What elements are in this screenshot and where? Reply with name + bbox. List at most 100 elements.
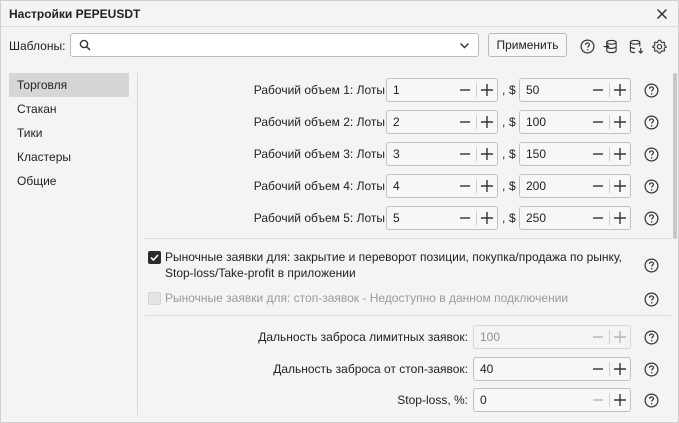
help-button[interactable] (643, 329, 659, 345)
plus-icon (481, 148, 493, 160)
increment-button[interactable] (609, 389, 631, 411)
close-button[interactable] (652, 4, 672, 24)
usd-stepper[interactable] (519, 110, 631, 134)
increment-button[interactable] (609, 79, 631, 101)
decrement-button[interactable] (587, 358, 609, 380)
help-button[interactable] (643, 178, 659, 194)
stop-range-stepper[interactable] (473, 357, 631, 381)
lots-input[interactable] (393, 178, 443, 194)
increment-button[interactable] (476, 143, 498, 165)
stop-loss-input[interactable] (480, 392, 530, 408)
sidebar-item-clusters[interactable]: Кластеры (9, 145, 129, 169)
decrement-button[interactable] (454, 175, 476, 197)
help-button[interactable] (643, 361, 659, 377)
lots-stepper[interactable] (386, 206, 498, 230)
settings-sidebar: Торговля Стакан Тики Кластеры Общие (9, 73, 129, 193)
lots-stepper[interactable] (386, 142, 498, 166)
limit-range-stepper[interactable] (473, 325, 631, 349)
decrement-button[interactable] (587, 143, 609, 165)
plus-icon (481, 84, 493, 96)
increment-button[interactable] (609, 326, 631, 348)
question-circle-icon (644, 362, 658, 376)
save-template-button[interactable] (628, 38, 644, 54)
increment-button[interactable] (476, 79, 498, 101)
usd-stepper[interactable] (519, 174, 631, 198)
stop-range-input[interactable] (480, 361, 530, 377)
sidebar-item-orderbook[interactable]: Стакан (9, 97, 129, 121)
help-button[interactable] (643, 82, 659, 98)
increment-button[interactable] (476, 111, 498, 133)
apply-button[interactable]: Применить (488, 33, 567, 57)
usd-stepper[interactable] (519, 142, 631, 166)
increment-button[interactable] (609, 111, 631, 133)
decrement-button[interactable] (587, 79, 609, 101)
help-button[interactable] (643, 146, 659, 162)
title-bar: Настройки PEPEUSDT (1, 1, 678, 27)
help-button[interactable] (643, 114, 659, 130)
templates-input[interactable] (97, 36, 447, 54)
limit-range-input[interactable] (480, 329, 530, 345)
increment-button[interactable] (609, 358, 631, 380)
stop-loss-stepper[interactable] (473, 388, 631, 412)
usd-input[interactable] (526, 146, 576, 162)
decrement-button[interactable] (454, 111, 476, 133)
increment-button[interactable] (476, 175, 498, 197)
decrement-button[interactable] (454, 79, 476, 101)
increment-button[interactable] (609, 143, 631, 165)
lots-stepper[interactable] (386, 174, 498, 198)
decrement-button[interactable] (587, 389, 609, 411)
decrement-button[interactable] (454, 207, 476, 229)
decrement-button[interactable] (454, 143, 476, 165)
stop-loss-row: Stop-loss, %: (138, 384, 671, 416)
stop-range-label: Дальность заброса от стоп-заявок: (273, 362, 468, 376)
sidebar-item-trading[interactable]: Торговля (9, 73, 129, 97)
usd-input[interactable] (526, 210, 576, 226)
usd-input[interactable] (526, 178, 576, 194)
help-button[interactable] (643, 257, 659, 273)
question-circle-icon (644, 330, 658, 344)
sidebar-item-general[interactable]: Общие (9, 169, 129, 193)
currency-symbol: $ (509, 211, 516, 225)
import-template-button[interactable] (602, 38, 618, 54)
decrement-button[interactable] (587, 175, 609, 197)
lots-input[interactable] (393, 114, 443, 130)
comma-separator: , (502, 211, 506, 225)
lots-input[interactable] (393, 210, 443, 226)
templates-combobox[interactable] (70, 33, 479, 57)
usd-stepper[interactable] (519, 206, 631, 230)
lots-input[interactable] (393, 82, 443, 98)
plus-icon (614, 180, 626, 192)
lots-stepper[interactable] (386, 110, 498, 134)
increment-button[interactable] (476, 207, 498, 229)
comma-separator: , (502, 179, 506, 193)
question-circle-icon (644, 179, 658, 193)
minus-icon (593, 185, 603, 187)
lots-stepper[interactable] (386, 78, 498, 102)
minus-icon (460, 217, 470, 219)
usd-stepper[interactable] (519, 78, 631, 102)
limit-range-row: Дальность заброса лимитных заявок: (138, 321, 671, 353)
decrement-button[interactable] (587, 207, 609, 229)
increment-button[interactable] (609, 175, 631, 197)
market-orders-checkbox[interactable] (148, 251, 161, 264)
stop-orders-checkbox[interactable] (148, 292, 161, 305)
help-button[interactable] (643, 210, 659, 226)
help-button[interactable] (643, 392, 659, 408)
usd-input[interactable] (526, 114, 576, 130)
template-settings-button[interactable] (651, 38, 667, 54)
templates-toolbar: Шаблоны: Применить (1, 28, 678, 64)
decrement-button[interactable] (587, 111, 609, 133)
volume-row: Рабочий объем 4: Лоты , $ (138, 170, 671, 202)
sidebar-item-ticks[interactable]: Тики (9, 121, 129, 145)
decrement-button[interactable] (587, 326, 609, 348)
question-circle-icon (644, 258, 658, 272)
chevron-down-icon[interactable] (459, 40, 470, 51)
increment-button[interactable] (609, 207, 631, 229)
usd-input[interactable] (526, 82, 576, 98)
sidebar-item-label: Общие (17, 174, 57, 188)
currency-symbol: $ (509, 147, 516, 161)
help-button[interactable] (579, 38, 595, 54)
lots-input[interactable] (393, 146, 443, 162)
content-scrollbar[interactable] (673, 73, 677, 239)
help-button[interactable] (643, 291, 659, 307)
